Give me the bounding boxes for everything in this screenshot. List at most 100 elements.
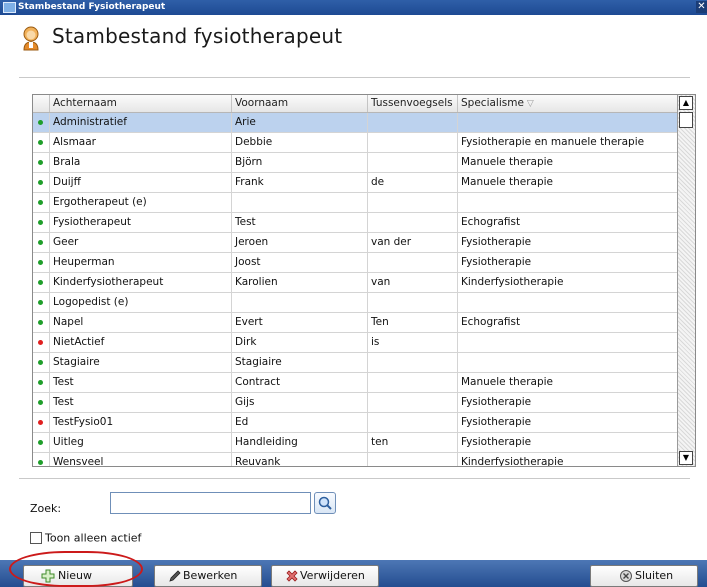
- delete-button[interactable]: Verwijderen: [271, 565, 379, 587]
- divider: [19, 478, 690, 479]
- scroll-down-button[interactable]: ▼: [679, 451, 693, 465]
- table-row[interactable]: Administratief Arie: [33, 113, 678, 133]
- close-button[interactable]: Sluiten: [590, 565, 698, 587]
- column-header-specialisme[interactable]: Specialisme ▽: [457, 95, 678, 112]
- cell-achternaam: Test: [49, 393, 247, 412]
- status-dot-icon: [38, 420, 43, 425]
- status-dot-icon: [38, 180, 43, 185]
- new-button-label: Nieuw: [58, 569, 93, 582]
- cell-specialisme: [457, 113, 678, 132]
- cell-voornaam: Stagiaire: [231, 353, 367, 372]
- page-header: Stambestand fysiotherapeut: [0, 15, 707, 65]
- table-row[interactable]: Alsmaar Debbie Fysiotherapie en manuele th…: [33, 133, 678, 153]
- active-only-filter[interactable]: Toon alleen actief: [30, 531, 141, 545]
- cell-specialisme: [457, 353, 678, 372]
- status-dot-icon: [38, 340, 43, 345]
- cell-achternaam: Administratief: [49, 113, 247, 132]
- magnifier-icon: [318, 496, 332, 510]
- status-dot-icon: [38, 240, 43, 245]
- table-row[interactable]: NietActief Dirk is: [33, 333, 678, 353]
- table-row[interactable]: Kinderfysiotherapeut Karolien van Kinderfys…: [33, 273, 678, 293]
- table-row[interactable]: Test Gijs Fysiotherapie: [33, 393, 678, 413]
- cell-tussenvoegsels: ten: [367, 433, 457, 452]
- cell-achternaam: NietActief: [49, 333, 247, 352]
- table-row[interactable]: Uitleg Handleiding ten Fysiotherapie: [33, 433, 678, 453]
- cell-achternaam: Wensveel: [49, 453, 247, 466]
- cell-voornaam: Arie: [231, 113, 367, 132]
- physiotherapist-table[interactable]: Achternaam Voornaam Tussenvoegsels Speci…: [32, 94, 696, 467]
- column-header-tussenvoegsels[interactable]: Tussenvoegsels: [367, 95, 457, 112]
- search-button[interactable]: [314, 492, 336, 514]
- cell-tussenvoegsels: van der: [367, 233, 457, 252]
- status-dot-icon: [38, 200, 43, 205]
- edit-button[interactable]: Bewerken: [154, 565, 262, 587]
- cell-tussenvoegsels: [367, 253, 457, 272]
- cell-voornaam: Karolien: [231, 273, 367, 292]
- status-dot-icon: [38, 400, 43, 405]
- cell-specialisme: Echografist: [457, 213, 678, 232]
- cell-specialisme: Fysiotherapie: [457, 433, 678, 452]
- scroll-up-button[interactable]: ▲: [679, 96, 693, 110]
- delete-button-label: Verwijderen: [300, 569, 365, 582]
- cell-tussenvoegsels: de: [367, 173, 457, 192]
- cell-achternaam: Uitleg: [49, 433, 247, 452]
- cell-specialisme: Fysiotherapie: [457, 253, 678, 272]
- table-row[interactable]: Geer Jeroen van der Fysiotherapie: [33, 233, 678, 253]
- table-row[interactable]: Duijff Frank de Manuele therapie: [33, 173, 678, 193]
- scrollbar-thumb[interactable]: [679, 112, 693, 128]
- cell-achternaam: TestFysio01: [49, 413, 247, 432]
- cell-tussenvoegsels: [367, 413, 457, 432]
- table-row[interactable]: TestFysio01 Ed Fysiotherapie: [33, 413, 678, 433]
- cell-specialisme: [457, 333, 678, 352]
- cell-voornaam: Björn: [231, 153, 367, 172]
- table-row[interactable]: Logopedist (e): [33, 293, 678, 313]
- cell-voornaam: Joost: [231, 253, 367, 272]
- search-label: Zoek:: [30, 502, 62, 515]
- search-input[interactable]: [110, 492, 311, 514]
- cell-voornaam: Ed: [231, 413, 367, 432]
- column-header-voornaam[interactable]: Voornaam: [231, 95, 367, 112]
- cell-specialisme: Fysiotherapie en manuele therapie: [457, 133, 678, 152]
- cell-achternaam: Fysiotherapeut: [49, 213, 247, 232]
- active-only-checkbox[interactable]: [30, 532, 42, 544]
- sort-indicator-icon: ▽: [526, 99, 534, 109]
- vertical-scrollbar[interactable]: ▲ ▼: [677, 95, 695, 466]
- table-row[interactable]: Heuperman Joost Fysiotherapie: [33, 253, 678, 273]
- status-dot-icon: [38, 300, 43, 305]
- cell-specialisme: Kinderfysiotherapie: [457, 273, 678, 292]
- pencil-icon: [169, 570, 181, 582]
- cell-specialisme: Fysiotherapie: [457, 393, 678, 412]
- new-button[interactable]: Nieuw: [23, 565, 133, 587]
- cell-voornaam: Dirk: [231, 333, 367, 352]
- cell-tussenvoegsels: [367, 193, 457, 212]
- cell-specialisme: Manuele therapie: [457, 173, 678, 192]
- cell-tussenvoegsels: [367, 393, 457, 412]
- cell-specialisme: [457, 293, 678, 312]
- table-row[interactable]: Ergotherapeut (e): [33, 193, 678, 213]
- delete-x-icon: [286, 570, 298, 582]
- cell-tussenvoegsels: [367, 213, 457, 232]
- cell-achternaam: Stagiaire: [49, 353, 247, 372]
- cell-tussenvoegsels: is: [367, 333, 457, 352]
- cell-tussenvoegsels: Ten: [367, 313, 457, 332]
- page-title: Stambestand fysiotherapeut: [52, 24, 343, 48]
- table-row[interactable]: Test Contract Manuele therapie: [33, 373, 678, 393]
- status-dot-icon: [38, 260, 43, 265]
- table-row[interactable]: Napel Evert Ten Echografist: [33, 313, 678, 333]
- column-header-achternaam[interactable]: Achternaam: [49, 95, 247, 112]
- cell-voornaam: Handleiding: [231, 433, 367, 452]
- cell-voornaam: Reuvank: [231, 453, 367, 466]
- cell-achternaam: Geer: [49, 233, 247, 252]
- table-row[interactable]: Wensveel Reuvank Kinderfysiotherapie: [33, 453, 678, 466]
- window-close-button[interactable]: ✕: [696, 1, 707, 13]
- cell-specialisme: [457, 193, 678, 212]
- table-header: Achternaam Voornaam Tussenvoegsels Speci…: [33, 95, 678, 113]
- status-dot-icon: [38, 280, 43, 285]
- status-dot-icon: [38, 320, 43, 325]
- cell-voornaam: Frank: [231, 173, 367, 192]
- table-row[interactable]: Stagiaire Stagiaire: [33, 353, 678, 373]
- cell-tussenvoegsels: [367, 453, 457, 466]
- table-row[interactable]: Brala Björn Manuele therapie: [33, 153, 678, 173]
- divider: [19, 77, 690, 78]
- table-row[interactable]: Fysiotherapeut Test Echografist: [33, 213, 678, 233]
